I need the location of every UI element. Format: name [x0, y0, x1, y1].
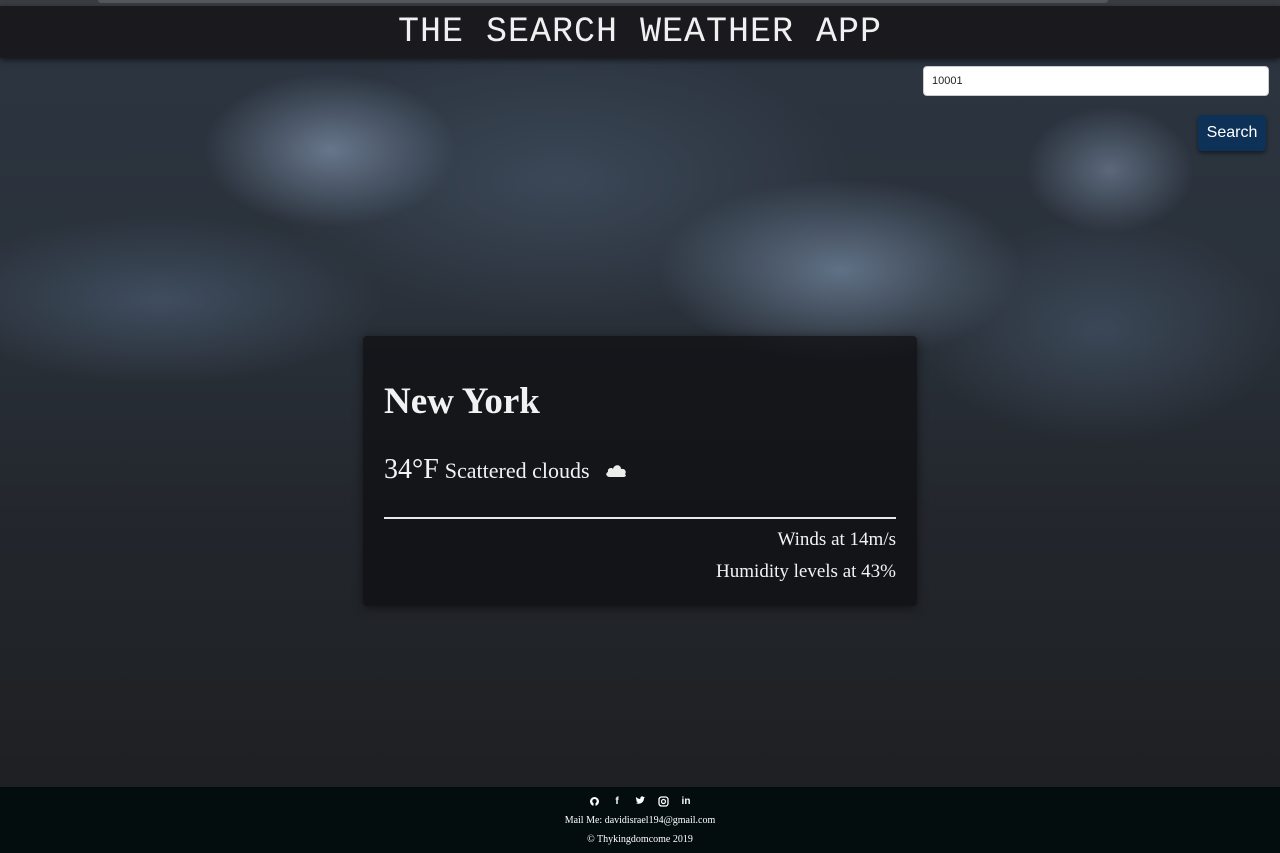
github-icon[interactable] — [588, 795, 600, 807]
current-conditions: 34°F Scattered clouds — [384, 454, 628, 486]
cloud-icon — [604, 462, 628, 483]
weather-card: New York 34°F Scattered clouds Winds at … — [363, 336, 917, 606]
search-input[interactable] — [923, 66, 1269, 96]
copyright: © Thykingdomcome 2019 — [587, 834, 693, 845]
contact-email[interactable]: Mail Me: davidisrael194@gmail.com — [0, 815, 1280, 826]
social-links: f in — [0, 795, 1280, 807]
twitter-icon[interactable] — [634, 795, 646, 807]
linkedin-icon[interactable]: in — [680, 795, 692, 807]
temperature: 34°F — [384, 454, 439, 485]
divider — [384, 517, 896, 519]
page-footer: f in Mail Me: davidisrael194@gmail.com ©… — [0, 787, 1280, 853]
app-title: THE SEARCH WEATHER APP — [397, 12, 883, 52]
wind-speed: Winds at 14m/s — [777, 529, 896, 550]
facebook-icon[interactable]: f — [611, 795, 623, 807]
search-button[interactable]: Search — [1198, 115, 1266, 151]
weather-description: Scattered clouds — [444, 458, 590, 483]
city-name: New York — [384, 381, 540, 422]
humidity: Humidity levels at 43% — [716, 561, 896, 582]
instagram-icon[interactable] — [657, 795, 669, 807]
app-header: THE SEARCH WEATHER APP — [0, 6, 1280, 58]
